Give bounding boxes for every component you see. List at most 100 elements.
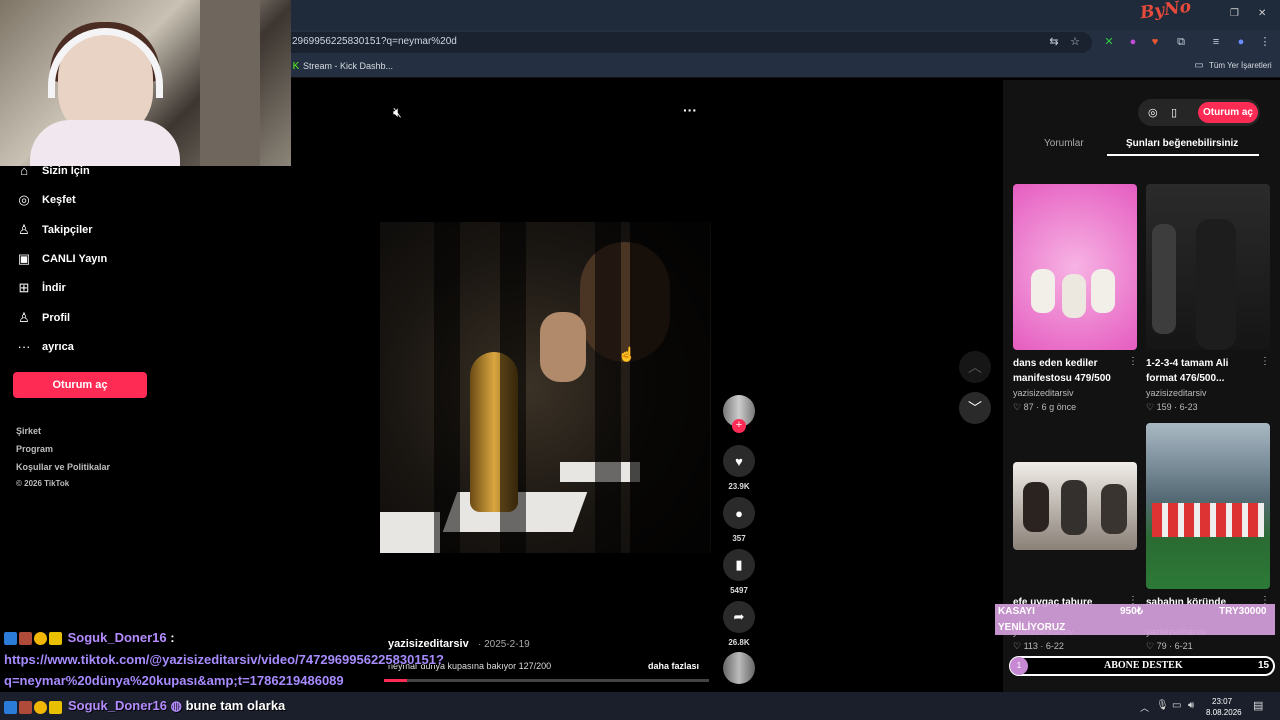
compass-icon: ◎ (18, 192, 30, 207)
heart-icon: ♥ (735, 453, 743, 469)
footer-copyright: © 2026 TikTok (16, 479, 70, 488)
video-progress-fill (384, 679, 407, 682)
card-menu-icon[interactable]: ⋮ (1260, 356, 1270, 367)
extension-icon[interactable]: ● (1126, 35, 1140, 49)
kick-icon: K (292, 61, 300, 72)
user-icon: ♙ (18, 222, 30, 237)
comment-button[interactable]: ● (723, 497, 755, 529)
donation-goal-title-1: KASAYI (998, 606, 1035, 617)
previous-video-button[interactable]: ︿ (959, 351, 991, 383)
chevron-up-icon: ︿ (968, 359, 982, 375)
share-count: 26.8K (728, 638, 750, 647)
comment-count: 357 (732, 534, 746, 543)
extension-icon[interactable]: ✕ (1102, 35, 1116, 49)
more-options-icon[interactable]: ··· (683, 102, 697, 118)
music-disc-avatar[interactable] (723, 652, 755, 684)
see-more-link[interactable]: daha fazlası (648, 661, 699, 671)
more-icon: ··· (17, 339, 31, 354)
mobile-icon[interactable]: ▯ (1171, 106, 1177, 119)
badge-icon (34, 632, 47, 646)
save-button[interactable]: ▮ (723, 549, 755, 581)
mouse-cursor-icon: ☝ (618, 346, 636, 362)
follow-plus-icon[interactable]: + (732, 419, 746, 433)
card-user[interactable]: yazisizeditarsiv (1013, 388, 1074, 398)
star-icon[interactable]: ☆ (1068, 35, 1082, 49)
card-title[interactable]: 1-2-3-4 tamam Ali format 476/500... (1146, 356, 1228, 386)
nav-item-live[interactable]: ▣ CANLI Yayın (16, 248, 107, 270)
profile-avatar-icon[interactable]: ● (1234, 35, 1248, 49)
video-progress-track[interactable] (384, 679, 709, 682)
footer-company[interactable]: Şirket (16, 426, 41, 436)
video-thumbnail[interactable] (1013, 184, 1137, 350)
mute-icon[interactable]: 🔇︎ (393, 104, 402, 121)
chat-colon: : (170, 630, 175, 645)
login-button[interactable]: Oturum aç (13, 372, 147, 398)
video-thumbnail[interactable] (1146, 184, 1270, 350)
footer-terms[interactable]: Koşullar ve Politikalar (16, 462, 110, 472)
tab-comments[interactable]: Yorumlar (1044, 138, 1084, 149)
chat-badges (4, 699, 64, 715)
chat-message-2: Soguk_Doner16 ◍ bune tam olarka (68, 698, 285, 714)
notification-icon[interactable]: ▤ (1253, 699, 1263, 712)
profile-icon: ♙ (18, 310, 30, 325)
home-icon: ⌂ (20, 163, 28, 178)
chat-message: Soguk_Doner16 : (4, 630, 175, 646)
nav-label: Keşfet (42, 194, 76, 206)
nav-item-more[interactable]: ··· ayrıca (16, 336, 74, 358)
share-button[interactable]: ➦ (723, 601, 755, 633)
nav-item-profile[interactable]: ♙ Profil (16, 307, 70, 329)
card-meta: ♡ 87 · 6 g önce (1013, 402, 1077, 412)
badge-icon (4, 632, 17, 646)
video-thumbnail[interactable] (1146, 423, 1270, 589)
video-player[interactable] (380, 222, 711, 553)
nav-item-for-you[interactable]: ⌂ Sizin İçin (16, 160, 90, 182)
login-button[interactable]: Oturum aç (1198, 102, 1258, 123)
extension-icon[interactable]: ♥ (1148, 35, 1162, 49)
microphone-icon[interactable]: 🎙︎ (1156, 700, 1169, 711)
donation-goal-amount: 950₺ (1120, 606, 1144, 617)
nav-item-following[interactable]: ♙ Takipçiler (16, 219, 93, 241)
address-bar-url: 2969956225830151?q=neymar%20d (292, 36, 457, 47)
restore-icon[interactable]: ❐ (1230, 8, 1239, 19)
download-icon: ⊞ (18, 280, 30, 295)
tray-chevron-icon[interactable]: ︿ (1140, 701, 1149, 714)
badge-icon (19, 632, 32, 646)
clock-date[interactable]: 8.08.2026 (1206, 708, 1242, 717)
crown-icon (49, 632, 62, 646)
network-icon[interactable]: ▭ (1172, 700, 1181, 711)
nav-item-download[interactable]: ⊞ İndir (16, 277, 66, 299)
caption-username[interactable]: yazisizeditarsiv (388, 638, 469, 650)
volume-icon[interactable]: 🔊︎ (1188, 700, 1194, 711)
compass-icon[interactable]: ◎ (1148, 106, 1158, 119)
next-video-button[interactable]: ﹀ (959, 392, 991, 424)
chat-url-line-2: q=neymar%20dünya%20kupası&amp;t=17862194… (4, 673, 344, 688)
active-tab-indicator (1107, 154, 1259, 156)
video-thumbnail[interactable] (1013, 462, 1137, 550)
nav-label: İndir (42, 282, 66, 294)
puzzle-icon[interactable]: ⧉ (1174, 35, 1188, 49)
all-bookmarks[interactable]: Tüm Yer İşaretleri (1209, 61, 1272, 70)
subscriber-goal-label: ABONE DESTEK (1104, 660, 1183, 671)
tab-you-may-like[interactable]: Şunları beğenebilirsiniz (1126, 138, 1238, 149)
nav-item-explore[interactable]: ◎ Keşfet (16, 189, 76, 211)
kebab-menu-icon[interactable]: ⋮ (1258, 35, 1272, 49)
globe-icon: ◍ (170, 698, 182, 713)
card-meta: ♡ 79 · 6-21 (1146, 641, 1193, 651)
card-user[interactable]: yazisizeditarsiv (1146, 388, 1207, 398)
card-menu-icon[interactable]: ⋮ (1128, 356, 1138, 367)
chat-text: bune tam olarka (185, 698, 286, 713)
translate-icon[interactable]: ⇆ (1047, 35, 1061, 49)
save-count: 5497 (730, 586, 748, 595)
chat-username: Soguk_Doner16 (67, 630, 167, 645)
like-button[interactable]: ♥ (723, 445, 755, 477)
bookmark-item[interactable]: Stream - Kick Dashb... (303, 61, 393, 71)
close-icon[interactable]: ✕ (1258, 8, 1266, 19)
card-title[interactable]: dans eden kediler manifestosu 479/500 (1013, 356, 1111, 386)
playlist-icon[interactable]: ≡ (1209, 35, 1223, 49)
footer-program[interactable]: Program (16, 444, 53, 454)
badge-icon (4, 701, 17, 715)
nav-label: Takipçiler (42, 224, 93, 236)
subscriber-goal-progress-dot: 1 (1010, 657, 1028, 675)
clock-time[interactable]: 23:07 (1212, 697, 1232, 706)
folder-icon: ▭ (1194, 60, 1204, 71)
